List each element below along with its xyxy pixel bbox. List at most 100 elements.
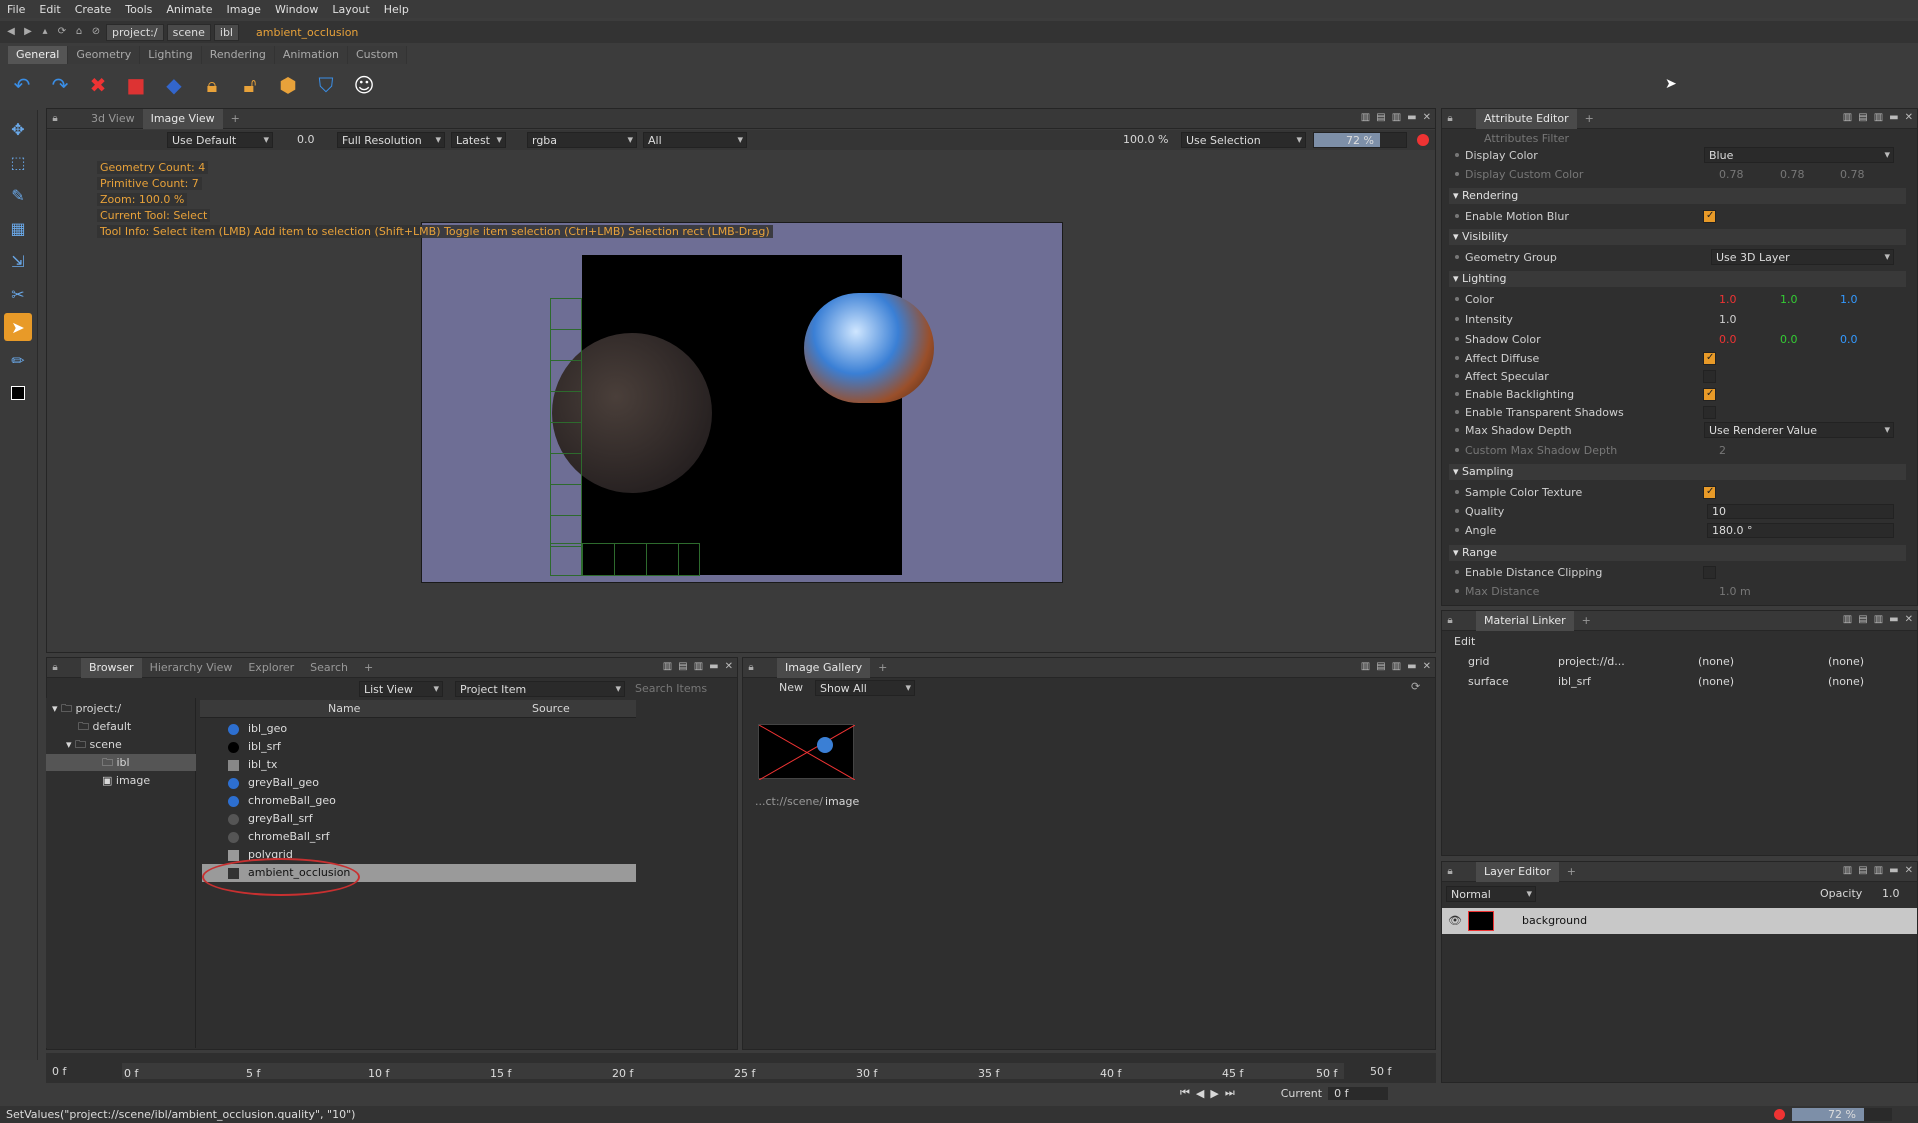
- menu-layout[interactable]: Layout: [325, 3, 376, 16]
- move-tool-icon[interactable]: ⇲: [4, 247, 32, 275]
- layers-select[interactable]: All: [643, 132, 747, 148]
- pan-tool-icon[interactable]: ✥: [4, 115, 32, 143]
- linker-row-b[interactable]: (none): [1828, 675, 1864, 688]
- split-icon[interactable]: ▤: [1376, 661, 1385, 672]
- list-item[interactable]: ibl_geo: [202, 720, 636, 738]
- linker-row-link[interactable]: ibl_srf: [1558, 675, 1591, 688]
- tab-hierarchy-view[interactable]: Hierarchy View: [142, 658, 241, 678]
- layout-icon[interactable]: ▥: [1361, 661, 1370, 672]
- custom-color-g[interactable]: 0.78: [1780, 168, 1805, 181]
- refresh-icon[interactable]: ⟳: [1411, 680, 1420, 693]
- affect-diffuse-checkbox[interactable]: [1703, 352, 1716, 365]
- affect-specular-checkbox[interactable]: [1703, 370, 1716, 383]
- section-range[interactable]: ▾ Range: [1449, 545, 1906, 561]
- tab-general[interactable]: General: [8, 46, 69, 64]
- render-box-icon[interactable]: ⬢: [272, 69, 304, 101]
- edit-section[interactable]: Edit: [1454, 635, 1475, 648]
- layout-icon[interactable]: ▥: [1843, 112, 1852, 123]
- quality-field[interactable]: 10: [1707, 503, 1894, 519]
- enable-motion-blur-checkbox[interactable]: [1703, 210, 1716, 223]
- create-cubes-icon[interactable]: ■: [120, 69, 152, 101]
- up-icon[interactable]: ▴: [38, 25, 52, 39]
- linker-row-a[interactable]: (none): [1698, 655, 1734, 668]
- layout-icon[interactable]: ▥: [1843, 865, 1852, 876]
- tab-geometry[interactable]: Geometry: [68, 46, 141, 64]
- undo-icon[interactable]: ↶: [6, 69, 38, 101]
- tree-scene[interactable]: ▾ 🗀︎ scene: [66, 736, 122, 753]
- tab-layer-editor[interactable]: Layer Editor: [1476, 861, 1559, 882]
- redo-icon[interactable]: ↷: [44, 69, 76, 101]
- menu-file[interactable]: File: [0, 3, 32, 16]
- add-tab-icon[interactable]: +: [356, 658, 381, 678]
- menu-edit[interactable]: Edit: [32, 3, 67, 16]
- timeline-ruler[interactable]: [122, 1063, 1344, 1079]
- record-icon[interactable]: [1417, 134, 1429, 146]
- linker-row-b[interactable]: (none): [1828, 655, 1864, 668]
- linker-row[interactable]: grid project://d... (none) (none): [1450, 655, 1910, 673]
- exposure-value[interactable]: 0.0: [297, 133, 315, 146]
- lock-icon[interactable]: 🔒︎: [47, 113, 63, 124]
- breadcrumb-current[interactable]: ambient_occlusion: [242, 26, 358, 39]
- maximize-icon[interactable]: ▬: [709, 661, 718, 672]
- menu-animate[interactable]: Animate: [159, 3, 219, 16]
- maximize-icon[interactable]: ▬: [1889, 865, 1898, 876]
- lock-icon[interactable]: 🔒︎: [743, 662, 759, 673]
- display-color-select[interactable]: Blue: [1704, 147, 1894, 163]
- layout-icon[interactable]: ▥: [1361, 112, 1370, 123]
- breadcrumb-ibl[interactable]: ibl: [213, 23, 239, 41]
- split-icon[interactable]: ▤: [678, 661, 687, 672]
- project-item-select[interactable]: Project Item: [455, 681, 625, 697]
- lock-icon[interactable]: 🔒︎: [1442, 866, 1458, 877]
- group-icon[interactable]: ◆: [158, 69, 190, 101]
- version-select[interactable]: Latest: [451, 132, 506, 148]
- custom-color-r[interactable]: 0.78: [1719, 168, 1744, 181]
- unlock-icon[interactable]: 🔓︎: [234, 69, 266, 101]
- lock-icon[interactable]: 🔒︎: [47, 662, 63, 673]
- channels-select[interactable]: rgba: [527, 132, 637, 148]
- intensity-value[interactable]: 1.0: [1719, 313, 1737, 326]
- add-tab-icon[interactable]: +: [1574, 611, 1599, 631]
- enable-distance-clipping-checkbox[interactable]: [1703, 566, 1716, 579]
- tab-explorer[interactable]: Explorer: [240, 658, 302, 678]
- menu-image[interactable]: Image: [220, 3, 268, 16]
- preset-select[interactable]: Use Default: [167, 132, 273, 148]
- resolution-select[interactable]: Full Resolution: [337, 132, 445, 148]
- select-tool-icon[interactable]: ➤: [4, 313, 32, 341]
- close-icon[interactable]: ✕: [1905, 112, 1913, 123]
- list-item[interactable]: chromeBall_geo: [202, 792, 636, 810]
- list-view-select[interactable]: List View: [359, 681, 443, 697]
- add-tab-icon[interactable]: +: [1559, 862, 1584, 882]
- list-item[interactable]: greyBall_srf: [202, 810, 636, 828]
- forward-icon[interactable]: ▶: [21, 25, 35, 39]
- tab-image-view[interactable]: Image View: [142, 108, 223, 129]
- close-icon[interactable]: ✕: [1905, 865, 1913, 876]
- refresh-icon[interactable]: ⟳: [55, 25, 69, 39]
- lock-icon[interactable]: 🔒︎: [1442, 113, 1458, 124]
- next-frame-icon[interactable]: ⏭: [1225, 1086, 1235, 1100]
- split-v-icon[interactable]: ▥: [1874, 614, 1883, 625]
- maximize-icon[interactable]: ▬: [1889, 614, 1898, 625]
- add-tab-icon[interactable]: +: [870, 658, 895, 678]
- maximize-icon[interactable]: ▬: [1889, 112, 1898, 123]
- split-v-icon[interactable]: ▥: [1392, 112, 1401, 123]
- maximize-icon[interactable]: ▬: [1407, 112, 1416, 123]
- blend-mode-select[interactable]: Normal: [1446, 886, 1536, 902]
- tab-lighting[interactable]: Lighting: [140, 46, 202, 64]
- split-icon[interactable]: ▤: [1858, 614, 1867, 625]
- gallery-thumbnail[interactable]: [758, 724, 856, 781]
- show-all-select[interactable]: Show All: [815, 680, 915, 696]
- close-icon[interactable]: ✕: [1423, 661, 1431, 672]
- eye-icon[interactable]: 👁︎: [1448, 914, 1462, 927]
- section-rendering[interactable]: ▾ Rendering: [1449, 188, 1906, 204]
- breadcrumb-project[interactable]: project:/: [106, 23, 164, 41]
- custom-color-b[interactable]: 0.78: [1840, 168, 1865, 181]
- play-icon[interactable]: ▶: [1210, 1087, 1218, 1100]
- lock-icon[interactable]: 🔒︎: [1442, 615, 1458, 626]
- linker-row[interactable]: surface ibl_srf (none) (none): [1450, 675, 1910, 693]
- shadow-r[interactable]: 0.0: [1719, 333, 1737, 346]
- new-button[interactable]: New: [779, 681, 803, 694]
- sample-color-texture-checkbox[interactable]: [1703, 486, 1716, 499]
- scale-tool-icon[interactable]: ✂: [4, 280, 32, 308]
- timeline-end[interactable]: 50 f: [1370, 1065, 1391, 1078]
- tree-image[interactable]: ▣ image: [102, 772, 150, 789]
